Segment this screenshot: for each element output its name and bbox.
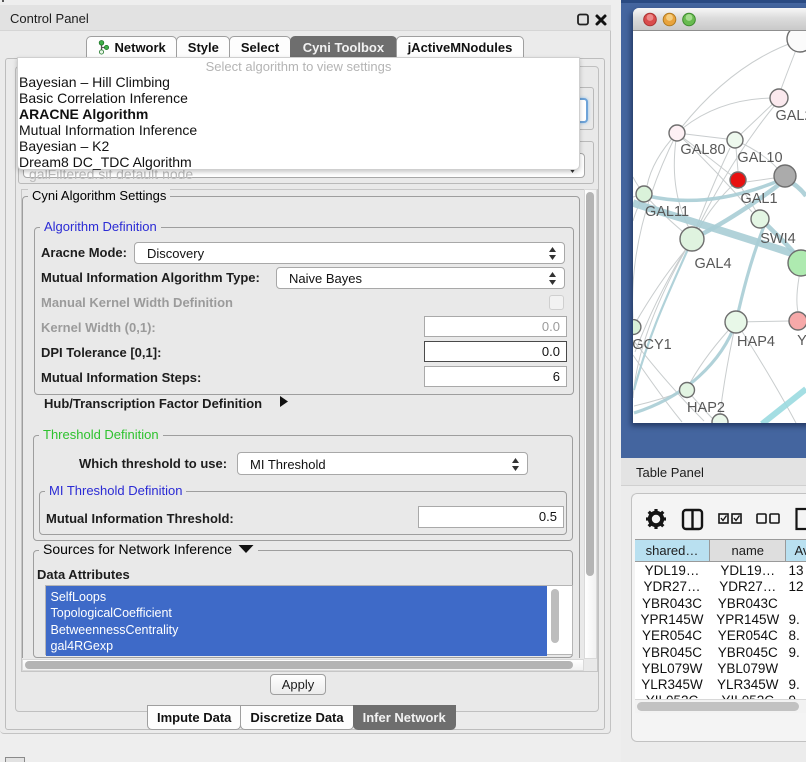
svg-text:Y: Y — [797, 333, 806, 349]
svg-text:HAP4: HAP4 — [737, 334, 775, 350]
svg-text:GAL80: GAL80 — [680, 142, 725, 158]
svg-text:GAL4: GAL4 — [694, 256, 731, 272]
svg-text:GAL10: GAL10 — [737, 150, 782, 166]
svg-text:HAP2: HAP2 — [687, 400, 725, 416]
svg-text:GCY1: GCY1 — [633, 337, 672, 353]
svg-text:GAL11: GAL11 — [645, 204, 689, 220]
svg-text:GAL1: GAL1 — [740, 191, 777, 207]
svg-text:GAL2: GAL2 — [775, 108, 806, 124]
svg-text:SWI4: SWI4 — [760, 231, 795, 247]
